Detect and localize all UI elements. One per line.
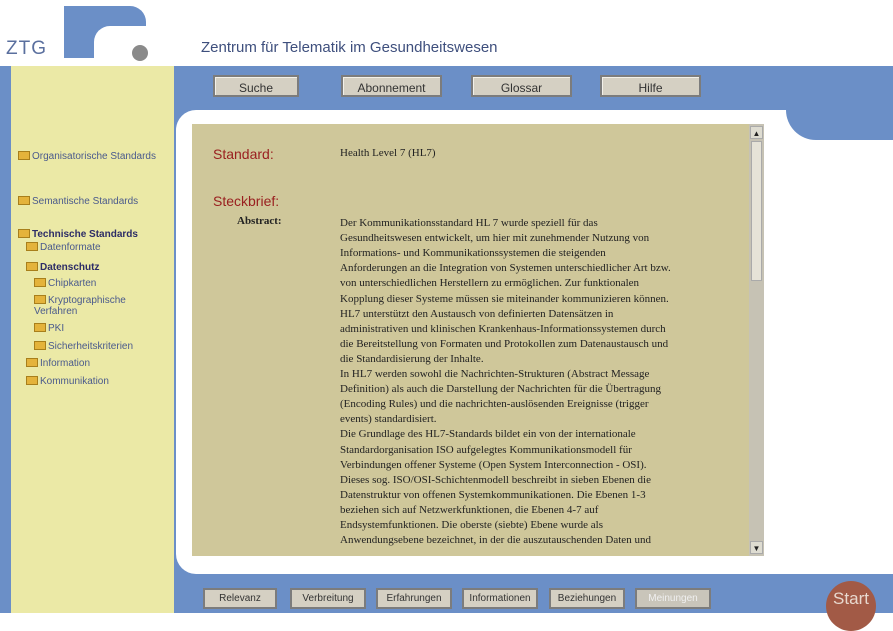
logo-dot-icon	[132, 45, 148, 61]
abstract-line: Endsystemfunktionen. Die oberste (siebte…	[340, 519, 604, 531]
steckbrief-label: Steckbrief:	[213, 193, 280, 209]
sidebar-item-label: Kryptographische Verfahren	[34, 295, 126, 317]
scrollbar-thumb[interactable]	[751, 141, 762, 281]
scroll-down-icon[interactable]: ▼	[750, 541, 763, 554]
folder-icon	[34, 294, 46, 304]
abstract-line: events) standardisiert.	[340, 413, 437, 426]
standard-value: Health Level 7 (HL7)	[340, 147, 436, 159]
sidebar-item-datenschutz[interactable]: Datenschutz	[26, 261, 100, 273]
folder-icon	[18, 150, 30, 160]
right-margin	[786, 110, 893, 613]
verbreitung-button[interactable]: Verbreitung	[290, 588, 366, 609]
abstract-text: Der Kommunikationsstandard HL 7 wurde sp…	[340, 217, 745, 553]
sidebar-item-label: Sicherheitskriterien	[48, 341, 134, 352]
sidebar-item-sicherheitskriterien[interactable]: Sicherheitskriterien	[34, 340, 134, 352]
sidebar-item-technische-standards[interactable]: Technische Standards	[18, 228, 138, 240]
frame-left-edge	[0, 66, 11, 613]
sidebar-item-label: Datenschutz	[40, 262, 100, 273]
beziehungen-button[interactable]: Beziehungen	[549, 588, 625, 609]
abstract-line: Datenstruktur von offenen Systemkommunik…	[340, 488, 646, 501]
abstract-line: administrativen und klinischen Krankenha…	[340, 322, 666, 335]
abstract-line: die Standardisierung der Inhalte.	[340, 352, 484, 365]
abstract-line: Dieses sog. ISO/OSI-Schichtenmodell besc…	[340, 473, 651, 486]
sidebar-item-label: Kommunikation	[40, 376, 109, 387]
sidebar-item-pki[interactable]: PKI	[34, 322, 65, 334]
folder-icon	[34, 322, 46, 332]
search-button[interactable]: Suche	[213, 75, 299, 97]
site-title: Zentrum für Telematik im Gesundheitswese…	[201, 39, 498, 56]
folder-icon	[34, 340, 46, 350]
standard-label: Standard:	[213, 146, 274, 162]
abstract-line: (Encoding Rules) und die nachrichten-aus…	[340, 398, 649, 411]
subscription-button[interactable]: Abonnement	[341, 75, 442, 97]
sidebar-item-organisatorische-standards[interactable]: Organisatorische Standards	[18, 150, 168, 162]
help-button[interactable]: Hilfe	[600, 75, 701, 97]
sidebar-item-information[interactable]: Information	[26, 357, 91, 369]
sidebar-item-kryptographische-verfahren[interactable]: Kryptographische Verfahren	[34, 294, 154, 317]
folder-icon	[18, 228, 30, 238]
glossary-button[interactable]: Glossar	[471, 75, 572, 97]
sidebar-item-semantische-standards[interactable]: Semantische Standards	[18, 195, 139, 207]
abstract-line: Kopplung dieser Systeme müssen sie mitei…	[340, 292, 669, 305]
abstract-line: In HL7 werden sowohl die Nachrichten-Str…	[340, 368, 650, 380]
sidebar-item-chipkarten[interactable]: Chipkarten	[34, 277, 97, 289]
erfahrungen-button[interactable]: Erfahrungen	[376, 588, 452, 609]
scroll-up-icon[interactable]: ▲	[750, 126, 763, 139]
start-button[interactable]: Start	[826, 581, 876, 631]
logo-area: ZTG	[0, 0, 190, 66]
folder-icon	[34, 277, 46, 287]
abstract-line: HL7 unterstützt den Austausch von defini…	[340, 307, 614, 320]
abstract-line: Anforderungen an die Integration von Sys…	[340, 262, 671, 275]
folder-icon	[26, 241, 38, 251]
sidebar-item-datenformate[interactable]: Datenformate	[26, 241, 101, 253]
meinungen-button[interactable]: Meinungen	[635, 588, 711, 609]
sidebar-item-label: Semantische Standards	[32, 196, 139, 207]
folder-icon	[26, 357, 38, 367]
folder-icon	[18, 195, 30, 205]
abstract-line: Anwendungsebene bezeichnet, in der die a…	[340, 534, 651, 547]
sidebar-item-label: Chipkarten	[48, 278, 97, 289]
sidebar-item-label: Datenformate	[40, 242, 101, 253]
sidebar-item-kommunikation[interactable]: Kommunikation	[26, 375, 109, 387]
relevanz-button[interactable]: Relevanz	[203, 588, 277, 609]
sidebar	[11, 66, 174, 613]
abstract-label: Abstract:	[237, 215, 282, 227]
sidebar-item-label: Technische Standards	[32, 229, 138, 240]
abstract-line: Gesundheitswesen entwickelt, um hier mit…	[340, 232, 650, 245]
abstract-line: die Bereitstellung von Formaten und Prot…	[340, 337, 669, 350]
logo-text: ZTG	[6, 38, 47, 59]
abstract-line: Verbindungen offener Systeme (Open Syste…	[340, 458, 647, 471]
abstract-line: Definition) als auch die Darstellung der…	[340, 383, 662, 396]
abstract-line: Standardorganisation ISO aufgelegtes Kom…	[340, 443, 632, 456]
informationen-button[interactable]: Informationen	[462, 588, 538, 609]
sidebar-item-label: Organisatorische Standards	[32, 151, 156, 162]
folder-icon	[26, 261, 38, 271]
abstract-line: von unterschiedlichen Herstellern zu erm…	[340, 277, 640, 290]
sidebar-item-label: PKI	[48, 323, 65, 334]
folder-icon	[26, 375, 38, 385]
frame-right-curve	[786, 110, 893, 140]
sidebar-item-label: Information	[40, 358, 91, 369]
abstract-line: Der Kommunikationsstandard HL 7 wurde sp…	[340, 217, 598, 229]
abstract-line: beziehen sich auf Netzwerkfunktionen, di…	[340, 503, 599, 516]
abstract-line: Informations- und Kommunikationssystemen…	[340, 247, 606, 260]
abstract-line: Die Grundlage des HL7-Standards bildet e…	[340, 428, 636, 441]
